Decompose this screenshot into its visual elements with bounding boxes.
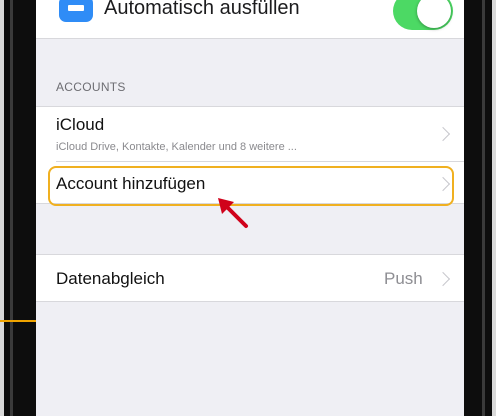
orange-accent-line: [0, 320, 36, 322]
device-edge-left: [0, 0, 4, 416]
device-frame-left: [0, 0, 36, 416]
device-edge-right: [492, 0, 496, 416]
settings-screen: Automatisch ausfüllen ACCOUNTS iCloud iC…: [36, 0, 464, 416]
chevron-right-icon: [435, 271, 451, 287]
annotation-arrow-icon: [218, 198, 248, 228]
accounts-section-header: ACCOUNTS: [56, 80, 126, 94]
sync-value: Push: [384, 269, 423, 288]
autofill-toggle[interactable]: [393, 0, 453, 30]
toggle-knob: [417, 0, 451, 28]
app-icon: [59, 0, 93, 22]
sync-group: Datenabgleich Push: [36, 254, 464, 302]
autofill-row[interactable]: Automatisch ausfüllen: [36, 0, 464, 39]
chevron-right-icon: [435, 126, 451, 142]
icloud-title: iCloud: [56, 115, 105, 134]
icloud-subtitle: iCloud Drive, Kontakte, Kalender und 8 w…: [56, 141, 297, 153]
sync-row[interactable]: Datenabgleich Push: [36, 255, 464, 301]
add-account-highlight: [48, 166, 454, 206]
sync-title: Datenabgleich: [56, 269, 165, 288]
icloud-row[interactable]: iCloud iCloud Drive, Kontakte, Kalender …: [36, 107, 464, 161]
autofill-label: Automatisch ausfüllen: [104, 0, 300, 19]
